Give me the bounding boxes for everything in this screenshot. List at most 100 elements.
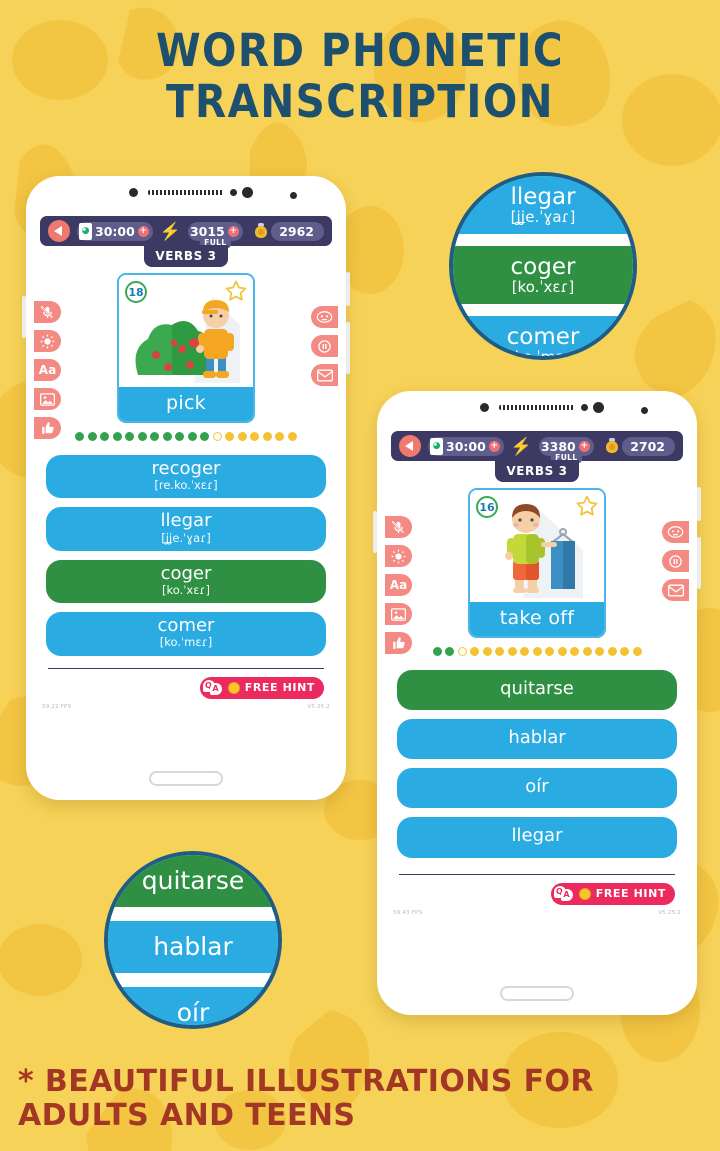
card-illustration: 16: [470, 490, 604, 602]
star-icon[interactable]: [575, 494, 599, 523]
energy-plus-icon[interactable]: +: [578, 440, 590, 452]
answer-option[interactable]: hablar: [397, 719, 677, 760]
back-button[interactable]: [48, 220, 70, 242]
progress-dot-done: [137, 432, 147, 441]
answer-word: recoger: [151, 458, 221, 479]
pause-icon[interactable]: [662, 550, 689, 572]
progress-dot-done: [100, 432, 110, 441]
magnified-answer-word: llegar: [510, 183, 576, 210]
page-footer-line-1: * BEAUTIFUL ILLUSTRATIONS FOR: [18, 1064, 594, 1099]
progress-dot-pending: [607, 647, 617, 656]
progress-dot-pending: [470, 647, 479, 656]
brightness-icon[interactable]: [34, 330, 61, 352]
coins-chip[interactable]: 2962: [271, 221, 324, 241]
progress-dot-pending: [520, 647, 529, 656]
phone-1-notch: [26, 187, 346, 202]
magnified-answer-option: coger [ko.ˈxɛɾ]: [453, 246, 633, 304]
magnified-answer-word: quitarse: [141, 865, 245, 895]
magnified-answer-word: comer: [506, 323, 580, 350]
energy-plus-icon[interactable]: +: [227, 225, 239, 237]
answer-word: llegar: [511, 825, 563, 847]
brightness-icon[interactable]: [385, 545, 412, 567]
app-version: V5.25.2: [658, 909, 681, 916]
pause-icon[interactable]: [311, 335, 338, 357]
timer-plus-icon[interactable]: +: [137, 225, 149, 237]
phone-1-progress-dots: [34, 432, 338, 441]
magnified-answer-option: hablar: [108, 921, 278, 973]
coins-value: 2962: [279, 223, 314, 239]
magnified-answer-ipa: [ko.ˈmɛɾ]: [508, 347, 578, 360]
phone-1-word-card-wrap: 18 pick: [34, 273, 338, 423]
font-size-icon[interactable]: Aa: [34, 359, 61, 381]
answer-option[interactable]: recoger [re.ko.ˈxɛɾ]: [46, 455, 326, 499]
font-size-icon[interactable]: Aa: [385, 574, 412, 596]
star-icon[interactable]: [224, 279, 248, 308]
timer-chip[interactable]: ◕ 30:00 +: [77, 221, 153, 241]
robot-face-icon[interactable]: [311, 306, 338, 328]
mail-icon[interactable]: [662, 579, 689, 601]
coins-value: 2702: [630, 438, 665, 454]
timer-value: 30:00: [95, 223, 135, 239]
answer-option[interactable]: comer [ko.ˈmɛɾ]: [46, 612, 326, 656]
mail-icon[interactable]: [311, 364, 338, 386]
lightning-bolt-icon: ⚡: [159, 221, 181, 241]
thumbs-up-icon[interactable]: [385, 632, 412, 654]
answer-ipa: [ko.ˈxɛɾ]: [162, 582, 210, 597]
robot-face-icon[interactable]: [662, 521, 689, 543]
card-illustration: 18: [119, 275, 253, 387]
back-button[interactable]: [399, 435, 421, 457]
image-toggle-icon[interactable]: [34, 388, 61, 410]
progress-dot-done: [162, 432, 172, 441]
image-toggle-icon[interactable]: [385, 603, 412, 625]
magnified-answer-option: llegar [ʝʝe.ˈɣaɾ]: [453, 176, 633, 234]
answer-option[interactable]: llegar [ʝʝe.ˈɣaɾ]: [46, 507, 326, 551]
page-title-line-1: WORD PHONETIC: [155, 24, 565, 77]
mic-muted-icon[interactable]: [34, 301, 61, 323]
phone-2-hud-bar: ◕ 30:00 + ⚡ 3380 + FULL 2702: [391, 431, 683, 463]
answer-option[interactable]: llegar: [397, 817, 677, 858]
progress-dot-done: [200, 432, 210, 441]
timer-plus-icon[interactable]: +: [488, 440, 500, 452]
magnified-gap: [108, 973, 278, 987]
page-title: WORD PHONETIC TRANSCRIPTION: [0, 24, 720, 128]
answer-ipa: [ko.ˈmɛɾ]: [159, 635, 213, 650]
phone-2-right-rail: [662, 521, 689, 601]
card-number-badge: 18: [125, 281, 147, 303]
magnified-answer-word: hablar: [153, 931, 233, 961]
coin-icon: [578, 887, 591, 900]
magnified-answer-ipa: [ʝʝe.ˈɣaɾ]: [510, 207, 576, 226]
free-hint-button[interactable]: QA FREE HINT: [550, 882, 675, 905]
phone-2-left-rail: Aa: [385, 516, 412, 654]
progress-dot-pending: [507, 647, 517, 656]
magnified-gap: [453, 304, 633, 316]
app-version: V5.25.2: [307, 703, 330, 710]
energy-chip[interactable]: 3380 + FULL: [538, 436, 594, 463]
free-hint-label: FREE HINT: [595, 887, 666, 901]
answer-option[interactable]: oír: [397, 768, 677, 809]
answer-option[interactable]: coger [ko.ˈxɛɾ]: [46, 559, 326, 604]
lightning-bolt-icon: ⚡: [510, 436, 532, 456]
phone-wifi-icon: ◕: [430, 437, 443, 455]
progress-dot-pending: [557, 647, 567, 656]
progress-dot-pending: [275, 432, 285, 441]
energy-chip[interactable]: 3015 + FULL: [187, 221, 243, 248]
phone-2-divider: [399, 873, 675, 875]
progress-dot-done: [125, 432, 135, 441]
progress-dot-pending: [237, 432, 247, 441]
thumbs-up-icon[interactable]: [34, 417, 61, 439]
word-card[interactable]: 16 take off: [468, 488, 606, 638]
word-card[interactable]: 18 pick: [117, 273, 255, 423]
progress-dot-pending: [582, 647, 592, 656]
phone-1-left-rail: Aa: [34, 301, 61, 439]
mic-muted-icon[interactable]: [385, 516, 412, 538]
answer-option[interactable]: quitarse: [397, 670, 677, 711]
progress-dot-done: [187, 432, 197, 441]
timer-chip[interactable]: ◕ 30:00 +: [428, 436, 504, 456]
magnified-gap: [453, 234, 633, 246]
magnified-answer-word: coger: [510, 253, 576, 280]
question-answer-icon: QA: [202, 680, 223, 695]
level-tab: VERBS 3: [144, 245, 228, 267]
free-hint-button[interactable]: QA FREE HINT: [199, 676, 324, 699]
progress-dot-pending: [482, 647, 492, 656]
coins-chip[interactable]: 2702: [622, 436, 675, 456]
